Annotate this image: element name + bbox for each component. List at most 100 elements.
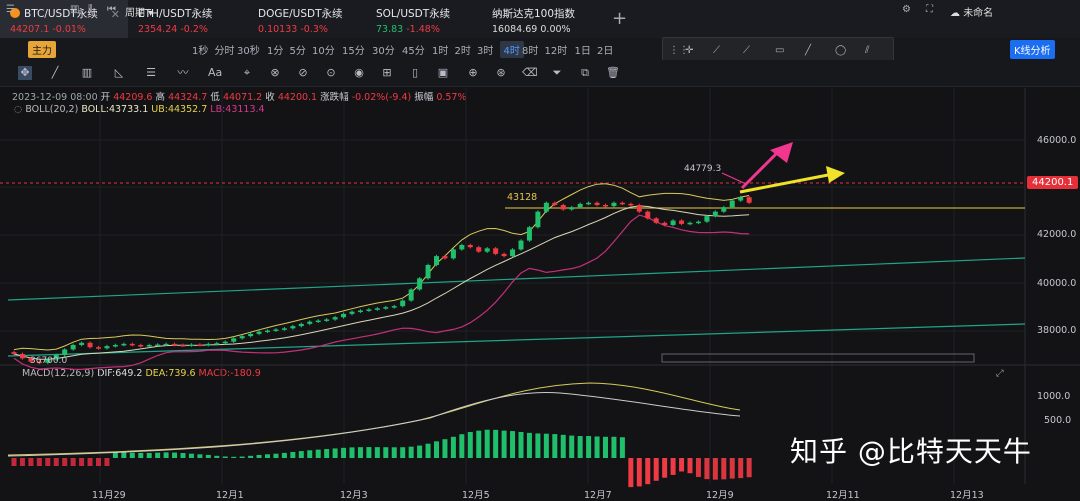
candle-body: [155, 344, 161, 347]
interval-8[interactable]: 45分: [402, 42, 425, 57]
candle-body: [493, 248, 499, 254]
price-chart[interactable]: [0, 0, 1080, 499]
candle-body: [231, 338, 237, 342]
interval-7[interactable]: 30分: [372, 42, 395, 57]
candle-body: [611, 202, 617, 207]
interval-12[interactable]: 4时: [499, 41, 524, 58]
macd-bar: [662, 458, 668, 478]
interval-3[interactable]: 1分: [267, 42, 283, 57]
macd-bar: [70, 458, 76, 466]
interval-0[interactable]: 1秒: [192, 42, 208, 57]
candle-body: [315, 320, 321, 323]
macd-bar: [248, 455, 254, 458]
candle-body: [129, 343, 135, 346]
fullscreen-icon[interactable]: ⤢: [996, 368, 1004, 379]
candle-body: [19, 353, 25, 359]
macd-bar: [484, 429, 490, 458]
candle-body: [501, 253, 507, 257]
macd-bar: [704, 458, 710, 480]
macd-bar: [231, 456, 237, 458]
candle-body: [619, 202, 625, 205]
candle-body: [357, 310, 363, 313]
macd-bar: [535, 433, 541, 458]
macd-bar: [518, 431, 524, 458]
macd-bar: [341, 447, 347, 458]
macd-bar: [738, 458, 744, 479]
macd-bar: [112, 452, 118, 458]
price-tick: 40000.0: [1037, 278, 1077, 289]
interval-15[interactable]: 1日: [575, 42, 591, 57]
macd-bar: [628, 458, 634, 488]
candle-body: [383, 307, 389, 309]
macd-bar: [721, 458, 727, 480]
macd-bar: [357, 447, 363, 458]
interval-9[interactable]: 1时: [432, 42, 448, 57]
candle-body: [560, 205, 566, 210]
macd-bar: [712, 458, 718, 480]
candle-body: [172, 343, 178, 346]
macd-bar: [290, 451, 296, 458]
selection-box: [661, 353, 975, 363]
candle-body: [484, 248, 490, 252]
macd-bar: [687, 458, 693, 474]
interval-2[interactable]: 30秒: [237, 42, 260, 57]
candle-body: [96, 347, 101, 349]
interval-13[interactable]: 8时: [522, 42, 538, 57]
macd-bar: [121, 452, 127, 458]
candle-body: [552, 202, 558, 205]
interval-14[interactable]: 12时: [545, 42, 568, 57]
candle-body: [636, 205, 642, 212]
macd-bar: [391, 447, 397, 458]
macd-bar: [560, 434, 566, 458]
macd-bar: [729, 458, 735, 479]
channel-upper: [7, 257, 1026, 301]
candle-body: [248, 333, 254, 337]
candle-body: [324, 319, 330, 321]
macd-bar: [324, 449, 330, 458]
candle-body: [180, 345, 186, 347]
candle-body: [738, 197, 744, 201]
candle-body: [62, 349, 68, 355]
macd-tick: 500.0: [1044, 415, 1072, 426]
macd-bar: [459, 434, 465, 458]
macd-bar: [645, 458, 651, 485]
candle-body: [721, 207, 727, 212]
candle-body: [281, 328, 287, 330]
candle-body: [687, 222, 693, 225]
candle-body: [645, 211, 651, 219]
candle-body: [628, 203, 634, 206]
macd-bar: [611, 436, 617, 458]
candle-body: [104, 346, 110, 349]
macd-tick: 1000.0: [1037, 391, 1071, 402]
macd-bar: [501, 430, 507, 458]
macd-bar: [222, 456, 228, 458]
candle-body: [434, 256, 439, 265]
macd-bar: [11, 458, 17, 466]
candle-body: [222, 341, 228, 344]
interval-4[interactable]: 5分: [290, 42, 306, 57]
macd-dea-line: [7, 382, 741, 456]
interval-16[interactable]: 2日: [597, 42, 613, 57]
candle-body: [712, 211, 718, 217]
macd-bar: [746, 458, 752, 478]
interval-10[interactable]: 2时: [455, 42, 471, 57]
low-annotation: 36700.0: [30, 356, 68, 366]
interval-5[interactable]: 10分: [312, 42, 335, 57]
macd-bar: [188, 453, 194, 458]
yellow-arrowhead: [826, 166, 845, 183]
interval-1[interactable]: 分时: [215, 42, 235, 57]
macd-bar: [155, 452, 161, 458]
candle-body: [450, 249, 456, 259]
candle-body: [526, 227, 532, 241]
macd-bar: [450, 436, 456, 458]
candle-body: [586, 202, 592, 205]
macd-bar: [383, 447, 389, 458]
candle-body: [256, 331, 262, 334]
interval-6[interactable]: 15分: [342, 42, 365, 57]
macd-bar: [129, 452, 135, 458]
macd-bar: [695, 458, 701, 477]
candle-body: [510, 249, 516, 257]
channel-lower: [7, 323, 1026, 357]
interval-11[interactable]: 3时: [477, 42, 493, 57]
macd-bar: [163, 452, 169, 458]
